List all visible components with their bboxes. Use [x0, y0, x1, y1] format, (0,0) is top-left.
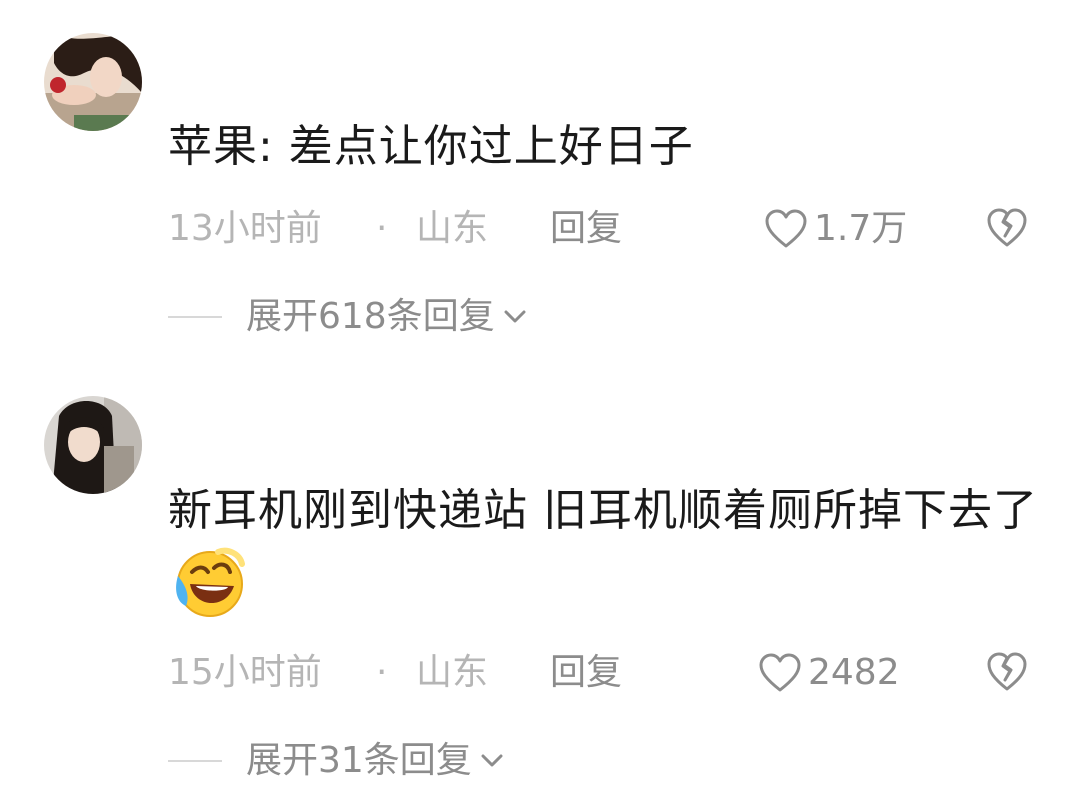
like-count: 2482 [808, 652, 900, 693]
location: 山东 [416, 208, 489, 249]
divider-line [168, 316, 222, 318]
location: 山东 [416, 652, 489, 693]
broken-heart-icon[interactable] [986, 208, 1028, 248]
timestamp: 13小时前 [168, 208, 322, 249]
expand-replies-button[interactable]: 展开31条回复 [168, 736, 504, 786]
broken-heart-icon[interactable] [986, 652, 1028, 692]
avatar[interactable] [44, 396, 142, 494]
separator-dot: · [376, 208, 388, 249]
laughing-crying-emoji-icon [170, 546, 246, 639]
comment-text: 苹果: 差点让你过上好日子 [168, 112, 1048, 182]
expand-replies-button[interactable]: 展开618条回复 [168, 292, 527, 342]
avatar[interactable] [44, 33, 142, 131]
comment-text-content: 苹果: 差点让你过上好日子 [168, 121, 694, 172]
comment-meta: 15小时前 · 山东 回复 2482 [168, 648, 1048, 698]
separator-dot: · [376, 652, 388, 693]
timestamp: 15小时前 [168, 652, 322, 693]
like-button[interactable]: 1.7万 [764, 204, 907, 254]
heart-icon [765, 209, 807, 248]
comment-meta: 13小时前 · 山东 回复 1.7万 [168, 204, 1048, 254]
divider-line [168, 760, 222, 762]
reply-button[interactable]: 回复 [550, 648, 622, 698]
comment-text: 新耳机刚到快递站 旧耳机顺着厕所掉下去了 [168, 476, 1048, 639]
like-count: 1.7万 [814, 208, 908, 249]
comment-item: 苹果: 差点让你过上好日子 13小时前 · 山东 回复 1.7万 展开618条回… [0, 0, 1080, 380]
chevron-down-icon [504, 310, 526, 323]
reply-button[interactable]: 回复 [550, 204, 622, 254]
expand-replies-label: 展开31条回复 [246, 740, 472, 781]
chevron-down-icon [481, 754, 503, 767]
like-button[interactable]: 2482 [758, 648, 900, 698]
comment-text-content: 新耳机刚到快递站 旧耳机顺着厕所掉下去了 [168, 485, 1038, 536]
comment-item: 新耳机刚到快递站 旧耳机顺着厕所掉下去了 15小时前 · 山东 回复 2482 [0, 380, 1080, 800]
expand-replies-label: 展开618条回复 [246, 296, 495, 337]
heart-icon [759, 653, 801, 692]
